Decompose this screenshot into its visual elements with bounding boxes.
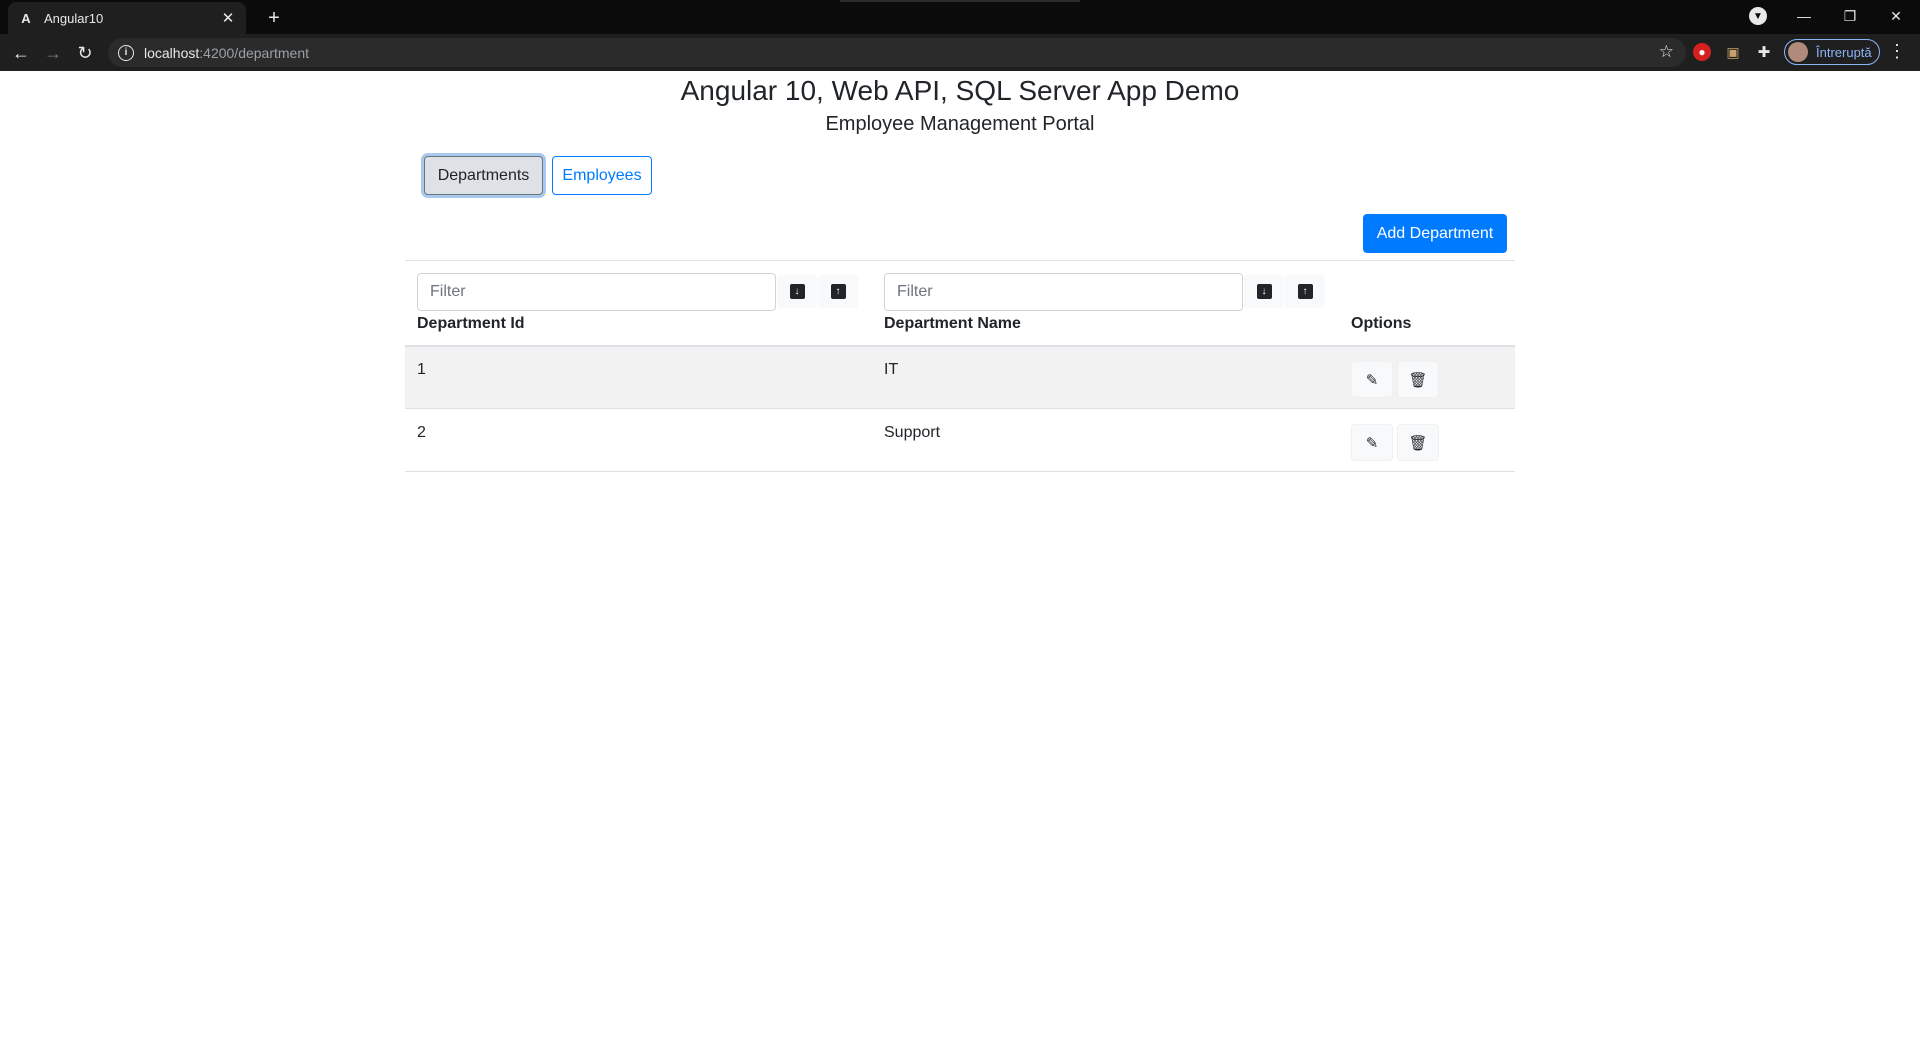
arrow-down-icon: ↓ <box>1256 284 1272 299</box>
department-name-filter-input[interactable]: Filter <box>884 273 1243 311</box>
delete-button[interactable]: 🗑 <box>1397 424 1439 461</box>
column-header-department-name: Department Name <box>884 315 1021 332</box>
bookmark-star-icon[interactable]: ☆ <box>1659 42 1674 62</box>
tab-search-icon[interactable]: ▼ <box>1749 7 1767 25</box>
angular-favicon-icon: A <box>21 10 31 26</box>
table-row: 2 Support ✎ 🗑 <box>405 410 1515 472</box>
sort-name-asc-button[interactable]: ↑ <box>1285 275 1325 308</box>
url-text: localhost:4200/department <box>144 45 309 61</box>
cell-department-name: IT <box>884 361 899 378</box>
minimize-icon[interactable]: — <box>1790 4 1818 28</box>
address-bar[interactable]: i localhost:4200/department ☆ <box>108 38 1686 67</box>
divider <box>405 260 1515 261</box>
url-host: localhost <box>144 44 200 61</box>
edit-icon: ✎ <box>1365 434 1379 452</box>
page-content: Angular 10, Web API, SQL Server App Demo… <box>0 71 1920 1048</box>
nav-employees-button[interactable]: Employees <box>552 156 652 195</box>
column-header-options: Options <box>1351 315 1412 332</box>
arrow-up-icon: ↑ <box>1297 284 1313 299</box>
browser-toolbar: ← → ↻ i localhost:4200/department ☆ ● ▣ … <box>0 34 1920 71</box>
sort-id-asc-button[interactable]: ↑ <box>818 275 858 308</box>
reload-icon[interactable]: ↻ <box>72 40 98 66</box>
back-icon[interactable]: ← <box>8 40 34 66</box>
edit-button[interactable]: ✎ <box>1351 361 1393 398</box>
extensions-puzzle-icon[interactable]: ✚ <box>1755 43 1773 61</box>
info-icon[interactable]: i <box>118 44 134 61</box>
forward-icon[interactable]: → <box>40 40 66 66</box>
avatar <box>1788 42 1808 62</box>
department-id-filter-input[interactable]: Filter <box>417 273 776 311</box>
column-header-department-id: Department Id <box>417 315 525 332</box>
cell-department-id: 2 <box>417 424 426 441</box>
sort-id-desc-button[interactable]: ↓ <box>777 275 817 308</box>
profile-button[interactable]: Întreruptă <box>1784 39 1880 65</box>
cell-department-name: Support <box>884 424 941 441</box>
profile-label: Întreruptă <box>1816 44 1872 60</box>
nav-departments-button[interactable]: Departments <box>424 156 543 195</box>
tab-title: Angular10 <box>44 10 104 26</box>
url-path: :4200/department <box>199 44 310 61</box>
add-department-button[interactable]: Add Department <box>1363 214 1507 253</box>
browser-tab[interactable]: A Angular10 ✕ <box>8 2 246 34</box>
arrow-down-icon: ↓ <box>789 284 805 299</box>
new-tab-icon[interactable]: + <box>262 6 286 30</box>
cell-department-id: 1 <box>417 361 426 378</box>
edit-button[interactable]: ✎ <box>1351 424 1393 461</box>
trash-icon: 🗑 <box>1408 434 1428 452</box>
delete-button[interactable]: 🗑 <box>1397 361 1439 398</box>
sort-name-desc-button[interactable]: ↓ <box>1244 275 1284 308</box>
edit-icon: ✎ <box>1365 371 1379 389</box>
arrow-up-icon: ↑ <box>830 284 846 299</box>
table-row: 1 IT ✎ 🗑 <box>405 347 1515 409</box>
extension-brown-icon[interactable]: ▣ <box>1724 43 1742 61</box>
close-window-icon[interactable]: ✕ <box>1882 4 1910 28</box>
extension-red-icon[interactable]: ● <box>1693 43 1711 61</box>
menu-dots-icon[interactable]: ⋮ <box>1888 41 1906 62</box>
page-title: Angular 10, Web API, SQL Server App Demo <box>680 75 1240 106</box>
trash-icon: 🗑 <box>1408 371 1428 389</box>
tab-close-icon[interactable]: ✕ <box>220 10 236 27</box>
top-highlight <box>840 0 1080 2</box>
browser-tabstrip: A Angular10 ✕ + ▼ — ❐ ✕ <box>0 0 1920 34</box>
restore-icon[interactable]: ❐ <box>1836 4 1864 28</box>
page-subtitle: Employee Management Portal <box>825 113 1095 135</box>
